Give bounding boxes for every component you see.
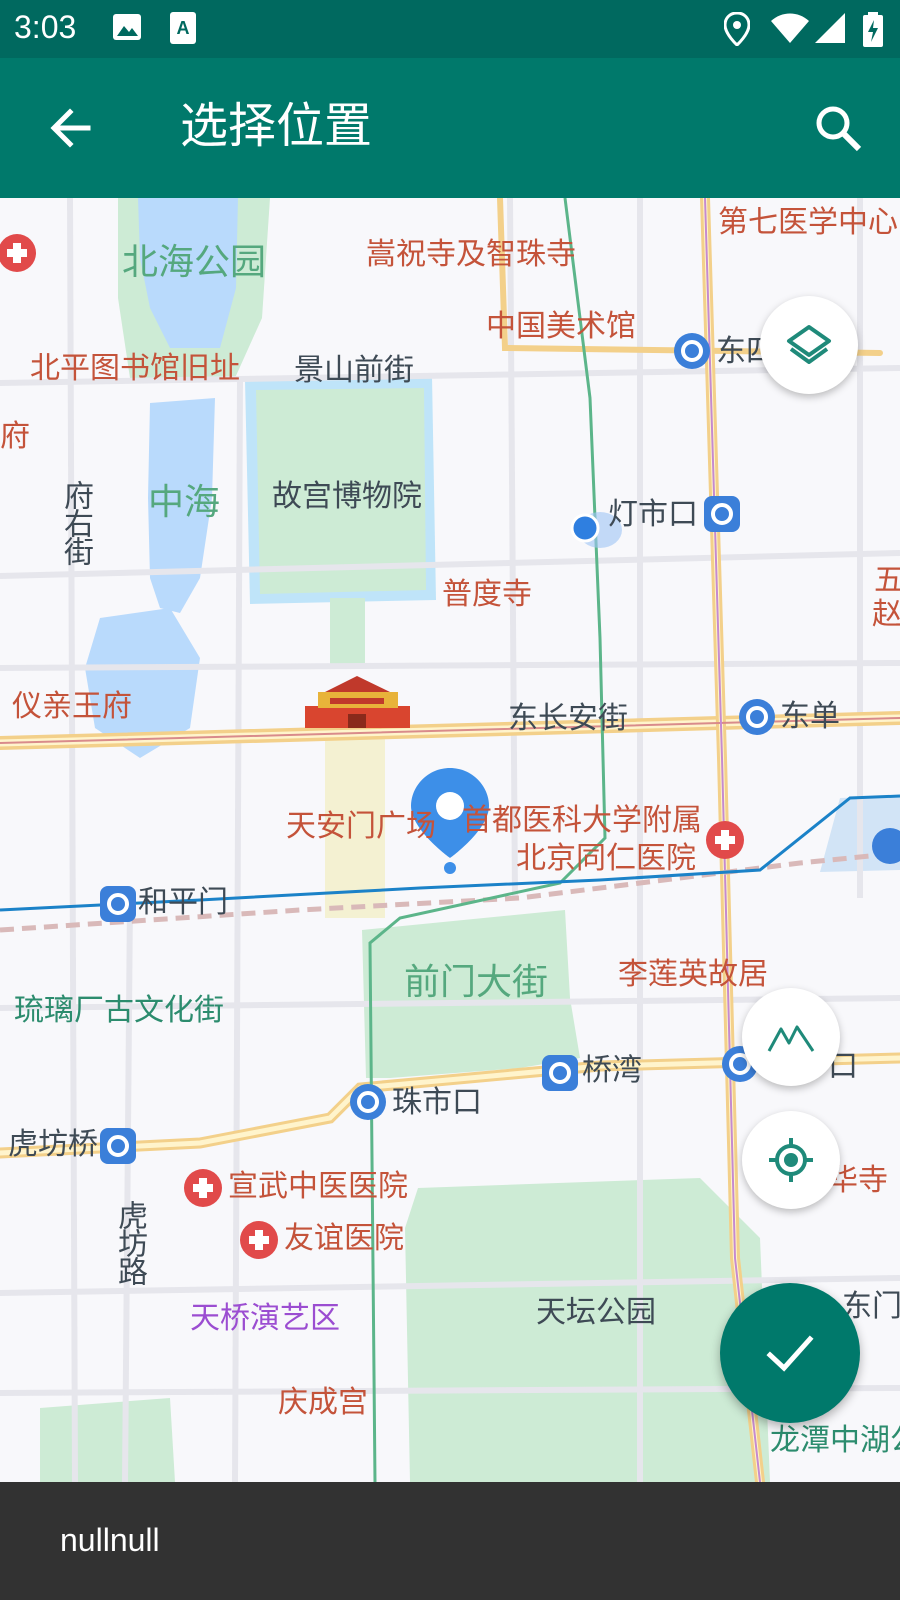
arrow-back-icon[interactable] (44, 102, 96, 154)
snackbar-message: nullnull (60, 1522, 160, 1558)
cell-signal-icon (814, 12, 846, 48)
map-label: 虎坊路 (112, 1200, 147, 1284)
map-label: 嵩祝寺及智珠寺 (366, 237, 576, 272)
map-label: 北海公园 (122, 242, 267, 283)
layers-button[interactable] (760, 296, 858, 394)
map-label: 北平图书馆旧址 (30, 351, 240, 386)
map-label: 府 (0, 419, 30, 454)
search-icon[interactable] (812, 102, 864, 154)
map-label: 东长安街 (508, 701, 628, 736)
map-label: 虎坊桥 (8, 1127, 98, 1162)
map-label: 友谊医院 (284, 1221, 404, 1256)
map-label: 和平门 (138, 885, 228, 920)
map-label: 景山前街 (294, 353, 414, 388)
map-label: 李莲英故居 (618, 957, 768, 992)
my-location-button[interactable] (742, 1111, 840, 1209)
map-label: 仪亲王府 (12, 689, 132, 724)
map-label: 桥湾 (582, 1053, 642, 1088)
confirm-location-button[interactable] (720, 1283, 860, 1423)
map-label: 天桥演艺区 (190, 1301, 340, 1336)
map-label: 天坛公园 (536, 1295, 656, 1330)
app-bar: 选择位置 (0, 58, 900, 198)
map-label: 珠市口 (392, 1085, 482, 1120)
map-label: 天安门广场 (286, 809, 436, 844)
map-label: 府右街 (58, 480, 93, 564)
status-bar: 3:03 A (0, 0, 900, 58)
map-label: 前门大街 (404, 962, 549, 1003)
battery-icon (862, 12, 884, 52)
wifi-icon (770, 12, 810, 48)
map-label: 首都医科大学附属 (462, 803, 702, 838)
map-label: 故宫博物院 (272, 479, 422, 514)
map-label: 东单 (780, 699, 840, 734)
status-time: 3:03 (14, 9, 77, 45)
map-label: 中国美术馆 (486, 309, 636, 344)
map-label: 琉璃厂古文化街 (14, 993, 224, 1028)
terrain-button[interactable] (742, 988, 840, 1086)
snackbar: nullnull (0, 1482, 900, 1600)
map-label: 五 (874, 563, 900, 598)
a-app-icon: A (170, 12, 196, 48)
map-label: 中海 (148, 482, 221, 523)
map-label: 普度寺 (442, 577, 532, 612)
map-label: 北京同仁医院 (516, 841, 696, 876)
map-label: 庆成宫 (278, 1385, 368, 1420)
location-icon (723, 11, 751, 50)
map-label: 赵 (872, 597, 900, 632)
svg-text:A: A (177, 18, 190, 38)
image-icon (112, 12, 142, 46)
map-label: 灯市口 (608, 497, 698, 532)
map-label: 宣武中医医院 (228, 1169, 408, 1204)
tiananmen-gate-icon (305, 676, 410, 728)
map-label: 龙潭中湖公 (770, 1423, 900, 1458)
map-label: 第七医学中心 (718, 205, 898, 240)
page-title: 选择位置 (180, 98, 373, 154)
